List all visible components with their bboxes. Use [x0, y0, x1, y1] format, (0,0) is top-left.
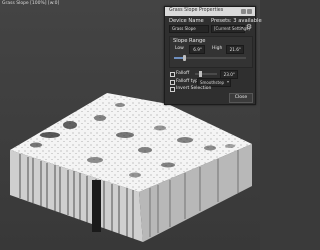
- invert-selection-label: Invert Selection: [176, 86, 212, 91]
- falloff-label: Falloff: [176, 71, 190, 76]
- dialog-titlebar[interactable]: Grass Slope Properties: [165, 7, 255, 16]
- slope-range-label: Slope Range: [173, 38, 206, 44]
- terrain-wall-dark-gap: [92, 180, 101, 232]
- close-button[interactable]: Close: [229, 93, 253, 103]
- falloff-slider[interactable]: [195, 71, 217, 77]
- close-icon[interactable]: [247, 9, 252, 14]
- falloff-value: 23.0°: [223, 72, 235, 77]
- chevron-down-icon: ▾: [226, 79, 229, 84]
- high-spinner[interactable]: 21.6°: [226, 45, 244, 54]
- minimize-icon[interactable]: [241, 9, 246, 14]
- slope-range-slider[interactable]: [174, 55, 246, 61]
- falloff-checkbox[interactable]: [170, 72, 175, 77]
- low-label: Low: [175, 46, 184, 51]
- dialog-title: Grass Slope Properties: [169, 8, 224, 13]
- slope-range-group: Slope Range Low 6.9° High 21.6°: [169, 36, 253, 68]
- low-value: 6.9°: [193, 47, 202, 52]
- device-name-label: Device Name: [169, 18, 204, 24]
- preset-select[interactable]: [Current Settings] ▾: [211, 25, 250, 33]
- chevron-down-icon: ▾: [240, 25, 243, 30]
- slope-range-handle[interactable]: [182, 55, 186, 61]
- grass-slope-properties-dialog: Grass Slope Properties Device Name Prese…: [164, 6, 262, 105]
- device-name-value: Grass Slope: [172, 26, 196, 31]
- high-value: 21.6°: [229, 47, 241, 52]
- gear-icon[interactable]: ⚙: [245, 23, 253, 32]
- falloff-type-value: Smoothstep: [200, 80, 225, 85]
- low-spinner[interactable]: 6.9°: [189, 45, 205, 54]
- presets-label: Presets: 3 available: [211, 18, 262, 24]
- falloff-slider-handle[interactable]: [199, 71, 202, 77]
- device-name-field[interactable]: Grass Slope: [169, 25, 209, 33]
- invert-selection-checkbox[interactable]: [170, 87, 175, 92]
- high-label: High: [212, 46, 223, 51]
- falloff-type-checkbox[interactable]: [170, 80, 175, 85]
